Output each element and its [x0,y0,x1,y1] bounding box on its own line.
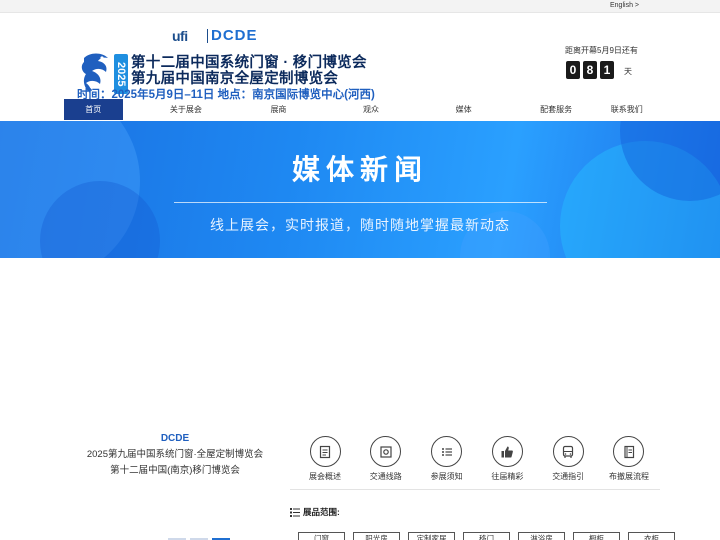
scope-tag[interactable]: 门窗 [298,532,345,540]
list-icon [441,447,452,456]
nav-item-visitors[interactable]: 观众 [342,99,401,120]
footer-brand-line2: 第十二届中国(南京)移门博览会 [110,465,240,476]
scope-tag[interactable]: 阳光房 [353,532,400,540]
quicklink-label: 往届精彩 [491,472,524,481]
footer-brand: DCDE 2025第九届中国系统门窗·全屋定制博览会 第十二届中国(南京)移门博… [64,433,286,476]
banner-subtitle: 线上展会，实时报道，随时随地掌握最新动态 [210,217,510,233]
exhibit-scope-tags: 门窗 阳光房 定制家居 移门 淋浴房 橱柜 衣柜 [298,532,675,540]
nav-item-about[interactable]: 关于展会 [157,99,216,120]
countdown-label: 距离开幕5月9日还有 [565,46,638,55]
footer-brand-name: DCDE [160,433,190,444]
main-nav: 首页 关于展会 展商 观众 媒体 配套服务 联系我们 [64,99,656,120]
nav-item-media[interactable]: 媒体 [434,99,493,120]
nav-item-contact[interactable]: 联系我们 [597,99,656,120]
quicklink-transport-guide[interactable]: 交通指引 [539,436,597,482]
document-icon [319,445,331,458]
quick-links: 展会概述 交通线路 参展须知 往届精彩 交通指引 布撤展流程 [296,436,658,482]
list-icon [290,507,300,517]
quicklink-label: 交通线路 [369,472,402,481]
quicklink-traffic-routes[interactable]: 交通线路 [357,436,415,482]
quicklink-label: 布撤展流程 [608,472,649,481]
media-news-banner: 媒体新闻 线上展会，实时报道，随时随地掌握最新动态 [0,121,720,258]
section-divider [290,489,660,490]
top-bar: English > [0,0,720,13]
quicklink-label: 展会概述 [309,472,341,481]
quicklink-exhibitor-notice[interactable]: 参展须知 [418,436,476,482]
expo-title-line2: 第九届中国南京全屋定制博览会 [131,71,339,87]
countdown-digit: 0 [566,61,580,79]
banner-divider [174,202,547,203]
dcde-logo: DCDE [211,27,258,44]
countdown-digit: 1 [600,61,614,79]
quicklink-setup-process[interactable]: 布撤展流程 [600,436,658,482]
nav-item-services[interactable]: 配套服务 [527,99,586,120]
bus-icon [563,445,574,458]
ufi-logo: ufi [172,28,188,44]
banner-title: 媒体新闻 [291,154,428,185]
quicklink-past-highlights[interactable]: 往届精彩 [478,436,536,482]
gear-icon [380,445,392,458]
nav-item-exhibitors[interactable]: 展商 [249,99,308,120]
quicklink-overview[interactable]: 展会概述 [296,436,354,482]
notebook-icon [624,445,635,458]
language-switch-link[interactable]: English > [610,2,639,9]
countdown-unit: 天 [624,67,632,76]
quicklink-label: 参展须知 [430,472,463,481]
countdown-widget: 距离开幕5月9日还有 0 8 1 天 [565,45,638,79]
scope-tag[interactable]: 移门 [463,532,510,540]
nav-item-home[interactable]: 首页 [64,99,123,120]
logo-divider [207,29,208,43]
scope-tag[interactable]: 定制家居 [408,532,455,540]
scope-tag[interactable]: 淋浴房 [518,532,565,540]
quicklink-label: 交通指引 [552,472,585,481]
thumbs-up-icon [501,446,514,457]
header: ufi DCDE 2025 第十二届中国系统门窗 · 移门博览会 第九届中国南京… [0,14,720,101]
scope-tag[interactable]: 橱柜 [573,532,620,540]
footer-brand-line1: 2025第九届中国系统门窗·全屋定制博览会 [86,449,264,460]
exhibit-scope-label: 展品范围: [303,507,340,517]
exhibit-scope-heading: 展品范围: [290,506,340,518]
scope-tag[interactable]: 衣柜 [628,532,675,540]
countdown-digit: 8 [583,61,597,79]
